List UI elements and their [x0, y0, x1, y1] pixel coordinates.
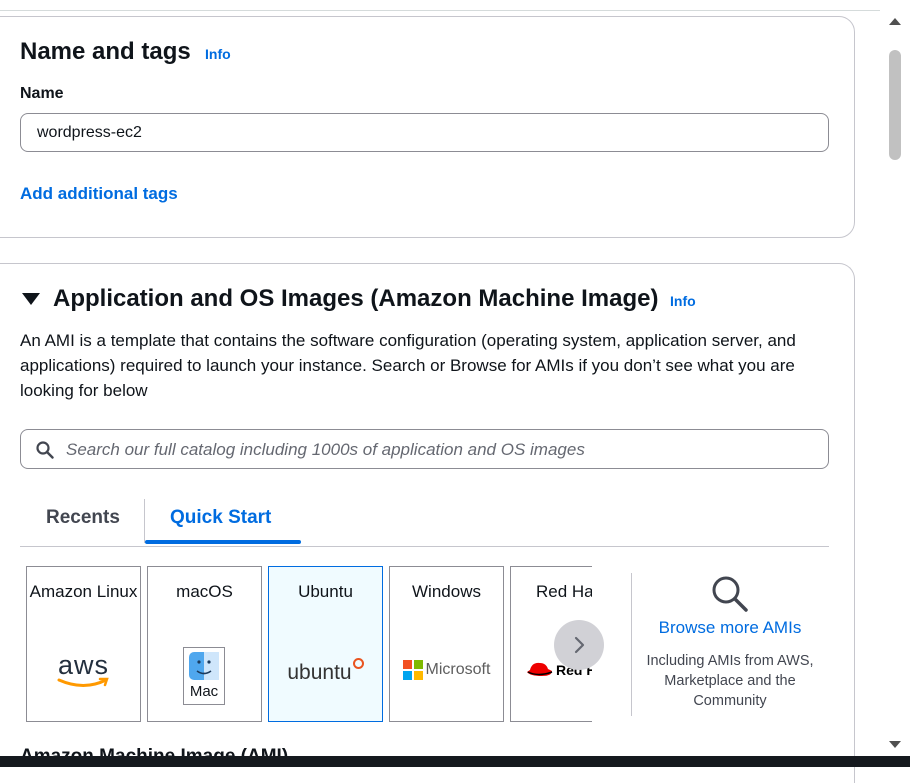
tab-recents[interactable]: Recents: [46, 507, 120, 529]
tile-ubuntu[interactable]: Ubuntu ubuntu: [268, 566, 383, 722]
search-icon: [36, 441, 54, 459]
name-input[interactable]: wordpress-ec2: [20, 113, 829, 152]
tile-title: Ubuntu: [298, 582, 353, 601]
ami-info-link[interactable]: Info: [670, 293, 696, 309]
tile-title: Windows: [412, 582, 481, 601]
scroll-down-arrow-icon[interactable]: [887, 740, 903, 750]
name-and-tags-title: Name and tags: [20, 38, 191, 65]
ami-tabs: Recents Quick Start: [20, 495, 829, 547]
active-tab-indicator: [145, 540, 301, 544]
tile-title: Red Ha: [536, 582, 592, 601]
tile-title: Amazon Linux: [29, 582, 138, 601]
ami-description: An AMI is a template that contains the s…: [20, 331, 796, 400]
ami-search-input[interactable]: Search our full catalog including 1000s …: [20, 429, 829, 469]
browse-separator: [631, 573, 632, 716]
aws-logo-icon: aws: [27, 645, 140, 695]
tile-macos[interactable]: macOS Mac: [147, 566, 262, 722]
name-and-tags-info-link[interactable]: Info: [205, 46, 231, 62]
tab-separator: [144, 499, 145, 543]
chevron-right-icon: [574, 636, 585, 654]
collapse-caret-icon[interactable]: [22, 292, 40, 306]
browse-more-description: Including AMIs from AWS, Marketplace and…: [646, 653, 814, 709]
add-additional-tags-link[interactable]: Add additional tags: [20, 184, 178, 204]
scroll-up-arrow-icon[interactable]: [887, 16, 903, 26]
carousel-next-button[interactable]: [554, 620, 604, 670]
browse-more-amis-link[interactable]: Browse more AMIs: [640, 618, 820, 638]
name-label: Name: [20, 85, 64, 102]
tile-amazon-linux[interactable]: Amazon Linux aws: [26, 566, 141, 722]
mac-finder-icon: Mac: [183, 647, 225, 705]
ubuntu-logo-icon: ubuntu: [269, 645, 382, 695]
top-divider: [0, 10, 880, 11]
tab-quick-start[interactable]: Quick Start: [170, 507, 271, 529]
search-placeholder: Search our full catalog including 1000s …: [66, 440, 585, 459]
ami-section-title: Application and OS Images (Amazon Machin…: [53, 285, 659, 312]
browse-search-icon[interactable]: [711, 575, 749, 613]
quick-start-tiles: Amazon Linux aws macOS Mac Ubuntu ubuntu: [26, 566, 592, 724]
bottom-bar: [0, 756, 910, 767]
scrollbar-thumb[interactable]: [889, 50, 901, 160]
tile-title: macOS: [176, 582, 233, 601]
tile-windows[interactable]: Windows Microsoft: [389, 566, 504, 722]
microsoft-logo-icon: Microsoft: [390, 645, 503, 695]
